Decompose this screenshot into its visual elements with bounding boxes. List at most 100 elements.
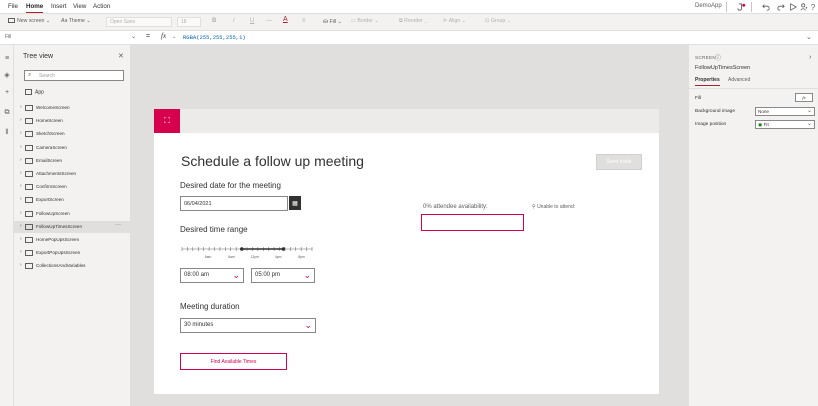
undo-icon[interactable] (760, 1, 772, 13)
help-icon[interactable]: ? (807, 1, 818, 13)
hamburger-icon[interactable]: ≡ (3, 55, 11, 63)
find-available-times-button[interactable]: Find Available Times (180, 353, 287, 370)
chevron-right-icon[interactable]: › (20, 157, 22, 163)
chevron-right-icon[interactable]: › (20, 210, 22, 216)
tree-item[interactable]: › FollowUpTimesScreen ··· (14, 220, 131, 233)
duration-dropdown[interactable]: 30 minutes ⌄ (180, 318, 316, 333)
end-time-dropdown[interactable]: 05:00 pm ⌄ (251, 268, 315, 283)
search-placeholder: Search (39, 73, 55, 79)
formula-input[interactable]: RGBA(255,255,255,1) (183, 34, 246, 41)
group-button[interactable]: ⊡ Group ⌄ (485, 18, 511, 24)
app-screen-followuptimes[interactable]: ⛶ Schedule a follow up meeting Send Invi… (154, 109, 659, 394)
tree-item[interactable]: › AttachmentsScreen (14, 168, 131, 180)
theme-button[interactable]: Aa Theme ⌄ (61, 18, 91, 24)
menu-home[interactable]: Home (26, 3, 44, 13)
tree-item[interactable]: › EmailScreen (14, 155, 131, 167)
font-family-select[interactable]: Open Sans (106, 17, 172, 27)
screen-icon (25, 131, 33, 138)
start-time-dropdown[interactable]: 08:00 am ⌄ (180, 268, 244, 283)
align-button[interactable]: ⊫ Align ⌄ (443, 18, 466, 24)
info-icon[interactable]: ⓘ (715, 53, 721, 62)
tree-item[interactable]: › HomeScreen (14, 115, 131, 127)
property-chevron-icon[interactable]: ⌄ (131, 33, 136, 40)
app-header: ⛶ (154, 109, 659, 133)
italic-button[interactable]: / (233, 18, 235, 24)
more-options-icon[interactable]: ··· (115, 222, 121, 228)
menu-file[interactable]: File (8, 3, 18, 10)
fill-fx-button[interactable]: fx (795, 93, 813, 102)
text-align-button[interactable]: ≡ (302, 18, 306, 24)
chevron-right-icon[interactable]: › (20, 249, 22, 255)
slider-end-handle[interactable] (281, 247, 286, 251)
fx-icon[interactable]: fx (161, 32, 166, 40)
fill-button[interactable]: ⛀ Fill ⌄ (323, 18, 342, 25)
bold-button[interactable]: B (212, 18, 216, 24)
home-icon: ⛶ (164, 116, 170, 125)
layers-icon[interactable]: ◈ (3, 72, 11, 80)
expand-formula-icon[interactable]: ⌄ (806, 33, 812, 41)
availability-list[interactable] (421, 214, 524, 231)
app-checker-icon[interactable] (735, 1, 747, 13)
date-picker-input[interactable]: 06/04/2021 (180, 196, 288, 211)
tree-item-label: AttachmentsScreen (36, 171, 77, 176)
redo-icon[interactable] (775, 1, 787, 13)
chevron-right-icon[interactable]: › (809, 54, 811, 61)
border-button[interactable]: ▭ Border ⌄ (351, 18, 379, 24)
slider-start-handle[interactable] (240, 247, 244, 251)
home-button[interactable]: ⛶ (154, 109, 180, 133)
chevron-right-icon[interactable]: › (20, 262, 22, 268)
slider-track[interactable]: 6am 8am 12pm 4pm 8pm (180, 243, 314, 259)
chevron-right-icon[interactable]: › (20, 144, 22, 150)
tree-item[interactable]: › ExportScreen (14, 194, 131, 206)
tools-icon[interactable]: ⫴ (3, 129, 11, 137)
reorder-button[interactable]: ⧉ Reorder ⌄ (399, 18, 427, 25)
tree-search-input[interactable]: ⌕ Search (24, 70, 124, 81)
tree-item[interactable]: › ExportPopUpsScreen (14, 247, 131, 259)
new-screen-button[interactable]: New screen ⌄ (8, 18, 50, 24)
background-image-select[interactable]: None ⌄ (755, 107, 815, 116)
tree-item-label: ConfirmScreen (36, 184, 67, 190)
chevron-right-icon[interactable]: › (20, 223, 22, 229)
tab-advanced[interactable]: Advanced (728, 77, 750, 83)
slider-tick-label: 8pm (298, 255, 305, 259)
end-time-value: 05:00 pm (255, 272, 281, 278)
tree-item-app[interactable]: App (25, 89, 44, 95)
tree-item[interactable]: › SketchScreen (14, 128, 131, 140)
divider (751, 2, 752, 12)
chevron-down-icon: ⌄ (374, 18, 379, 24)
menu-action[interactable]: Action (93, 3, 110, 10)
tree-view-panel: Tree view ✕ ⌕ Search App › WelcomeScreen ›… (14, 45, 131, 406)
chevron-right-icon[interactable]: › (20, 236, 22, 242)
chevron-right-icon[interactable]: › (20, 170, 22, 176)
font-size-input[interactable]: 18 (177, 17, 201, 27)
slider-tick-label: 12pm (251, 255, 260, 259)
data-icon[interactable]: ⧉ (3, 109, 11, 117)
property-select[interactable]: Fill (3, 33, 135, 43)
close-icon[interactable]: ✕ (118, 52, 124, 60)
menu-view[interactable]: View (73, 3, 86, 10)
underline-button[interactable]: U (250, 18, 254, 24)
tree-item[interactable]: › HomePopUpsScreen (14, 234, 131, 246)
tree-item[interactable]: › CollectionsAndVariables (14, 260, 131, 272)
tree-item[interactable]: › FollowUpScreen (14, 208, 131, 220)
chevron-right-icon[interactable]: › (20, 117, 22, 123)
plus-icon[interactable]: + (3, 89, 11, 97)
time-range-slider[interactable]: 6am 8am 12pm 4pm 8pm (180, 243, 314, 259)
chevron-down-icon[interactable]: ⌄ (172, 34, 176, 40)
strikethrough-button[interactable]: — (266, 18, 272, 24)
send-invite-button[interactable]: Send Invite (596, 154, 642, 170)
chevron-right-icon[interactable]: › (20, 130, 22, 136)
chevron-right-icon[interactable]: › (20, 196, 22, 202)
calendar-icon[interactable]: ▦ (289, 196, 301, 210)
tab-properties[interactable]: Properties (695, 77, 720, 86)
tree-item[interactable]: › ConfirmScreen (14, 181, 131, 193)
tree-item-label: EmailScreen (36, 157, 63, 163)
tree-item[interactable]: › CameraScreen (14, 142, 131, 154)
font-color-button[interactable]: A (283, 16, 288, 23)
tree-item[interactable]: › WelcomeScreen (14, 102, 131, 114)
menu-insert[interactable]: Insert (51, 3, 66, 10)
image-position-select[interactable]: ▣ Fit ⌄ (755, 120, 815, 129)
chevron-right-icon[interactable]: › (20, 104, 22, 110)
chevron-down-icon: ⌄ (303, 270, 311, 280)
chevron-right-icon[interactable]: › (20, 183, 22, 189)
